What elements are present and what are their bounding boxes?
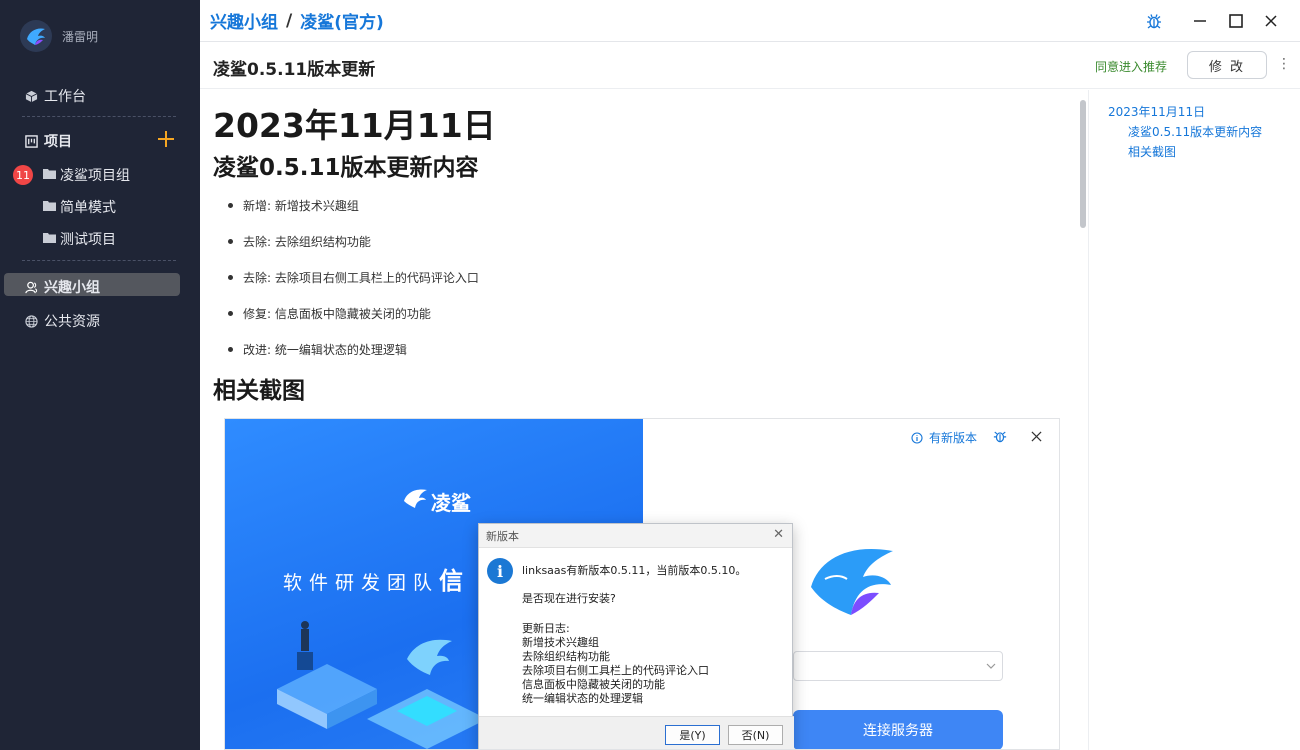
nav-public-resources[interactable]: 公共资源 xyxy=(24,311,100,331)
dialog-line1: linksaas有新版本0.5.11，当前版本0.5.10。 xyxy=(522,564,747,577)
list-item: 新增: 新增技术兴趣组 xyxy=(228,197,359,214)
close-icon xyxy=(1031,431,1042,442)
cube-icon xyxy=(24,89,38,103)
sidebar-project-label: 测试项目 xyxy=(60,232,116,248)
nav-interest-group[interactable]: 兴趣小组 xyxy=(24,277,100,297)
nav-public-resources-label: 公共资源 xyxy=(44,314,100,330)
breadcrumb-interest-group[interactable]: 兴趣小组 xyxy=(210,8,278,33)
doc-content: 2023年11月11日 凌鲨0.5.11版本更新内容 新增: 新增技术兴趣组 去… xyxy=(200,90,1088,750)
folder-icon xyxy=(43,231,56,247)
folder-icon xyxy=(43,199,56,215)
close-icon xyxy=(1265,15,1277,27)
maximize-button[interactable] xyxy=(1226,11,1246,31)
list-item: 去除: 去除组织结构功能 xyxy=(228,233,371,250)
nav-interest-group-label: 兴趣小组 xyxy=(44,280,100,296)
content-scrollbar[interactable] xyxy=(1080,100,1086,228)
heading-screenshots: 相关截图 xyxy=(213,378,305,404)
edit-button[interactable]: 修 改 xyxy=(1187,51,1267,79)
list-item: 修复: 信息面板中隐藏被关闭的功能 xyxy=(228,305,431,322)
nav-workbench-label: 工作台 xyxy=(44,89,86,105)
doc-header: 凌鲨0.5.11版本更新 同意进入推荐 修 改 ⋮ xyxy=(200,43,1300,89)
list-item: 去除: 去除项目右侧工具栏上的代码评论入口 xyxy=(228,269,479,286)
dialog-footer: 是(Y) 否(N) xyxy=(479,716,794,749)
dialog-line2: 是否现在进行安装? xyxy=(522,592,616,605)
list-item: 改进: 统一编辑状态的处理逻辑 xyxy=(228,341,407,358)
shark-logo-icon xyxy=(811,548,893,615)
more-menu-icon[interactable]: ⋮ xyxy=(1277,56,1291,72)
nav-workbench[interactable]: 工作台 xyxy=(24,86,86,106)
bug-report-button[interactable] xyxy=(1144,11,1164,31)
doc-title: 凌鲨0.5.11版本更新 xyxy=(213,60,376,80)
dialog-yes-button: 是(Y) xyxy=(665,725,720,745)
screenshot-slogan-tail: 信 xyxy=(439,567,471,595)
bug-icon xyxy=(1147,14,1161,29)
toc-item-screenshots[interactable]: 相关截图 xyxy=(1128,143,1176,160)
user-profile[interactable]: 潘雷明 xyxy=(20,20,98,52)
screenshot-update-dialog: 新版本 ✕ i linksaas有新版本0.5.11，当前版本0.5.10。 是… xyxy=(478,523,794,749)
project-board-icon xyxy=(24,134,38,148)
sidebar-project-simple[interactable]: 简单模式 xyxy=(43,197,116,217)
user-group-icon xyxy=(24,280,38,294)
heading-date: 2023年11月11日 xyxy=(213,106,496,145)
plus-icon xyxy=(158,131,174,147)
screenshot-server-select xyxy=(793,651,1003,681)
screenshot-slogan-text: 软件研发团队 xyxy=(283,572,440,594)
screenshot-image: 凌鲨 软件研发团队信 有新版本 连接服务器 新版本 ✕ i linksaas有新… xyxy=(224,418,1060,750)
sidebar-project-test[interactable]: 测试项目 xyxy=(43,229,116,249)
screenshot-connect-button: 连接服务器 xyxy=(793,710,1003,749)
breadcrumb-separator: / xyxy=(286,10,293,31)
screenshot-new-version: 有新版本 xyxy=(911,429,977,446)
breadcrumb: 兴趣小组 / 凌鲨(官方) xyxy=(210,8,384,34)
breadcrumb-current[interactable]: 凌鲨(官方) xyxy=(300,8,384,33)
screenshot-new-version-label: 有新版本 xyxy=(929,431,978,445)
top-bar: 兴趣小组 / 凌鲨(官方) xyxy=(200,0,1300,42)
table-of-contents: 2023年11月11日 凌鲨0.5.11版本更新内容 相关截图 xyxy=(1089,90,1300,750)
chevron-down-icon xyxy=(986,663,996,669)
toc-item-date[interactable]: 2023年11月11日 xyxy=(1108,103,1205,120)
avatar[interactable] xyxy=(20,20,52,52)
bug-icon xyxy=(993,431,1007,443)
close-icon: ✕ xyxy=(773,527,784,542)
minimize-button[interactable] xyxy=(1190,11,1210,31)
maximize-icon xyxy=(1229,14,1243,28)
nav-projects-header[interactable]: 项目 xyxy=(24,131,72,151)
sidebar-project-label: 凌鲨项目组 xyxy=(60,168,130,184)
globe-icon xyxy=(24,314,38,328)
info-icon: i xyxy=(487,558,513,584)
isometric-illustration xyxy=(277,621,487,749)
minimize-icon xyxy=(1194,20,1206,22)
heading-update-content: 凌鲨0.5.11版本更新内容 xyxy=(213,155,479,181)
dialog-titlebar: 新版本 ✕ xyxy=(479,524,792,548)
dialog-no-button: 否(N) xyxy=(728,725,783,745)
shark-logo-icon xyxy=(27,28,45,45)
shark-logo-icon xyxy=(404,489,427,508)
info-icon xyxy=(911,431,923,444)
sidebar-divider xyxy=(22,116,176,117)
dialog-log-item: 统一编辑状态的处理逻辑 xyxy=(522,692,643,705)
screenshot-logo-text: 凌鲨 xyxy=(431,491,471,515)
username: 潘雷明 xyxy=(62,29,99,44)
screenshot-slogan: 软件研发团队信 xyxy=(283,561,470,596)
dialog-title: 新版本 xyxy=(486,529,519,543)
sidebar-divider xyxy=(22,260,176,261)
toc-item-update-content[interactable]: 凌鲨0.5.11版本更新内容 xyxy=(1128,123,1262,140)
add-project-button[interactable] xyxy=(157,130,175,148)
sidebar-project-linksaas[interactable]: 凌鲨项目组 xyxy=(43,165,130,185)
folder-icon xyxy=(43,167,56,183)
sidebar-project-label: 简单模式 xyxy=(60,200,116,216)
nav-projects-label: 项目 xyxy=(44,134,72,150)
sidebar: 潘雷明 工作台 项目 11 凌鲨项目组 简单模式 测试项目 兴趣小组 公共资源 xyxy=(0,0,200,750)
project-badge: 11 xyxy=(13,165,33,185)
close-button[interactable] xyxy=(1261,11,1281,31)
recommend-toggle[interactable]: 同意进入推荐 xyxy=(1095,58,1167,75)
